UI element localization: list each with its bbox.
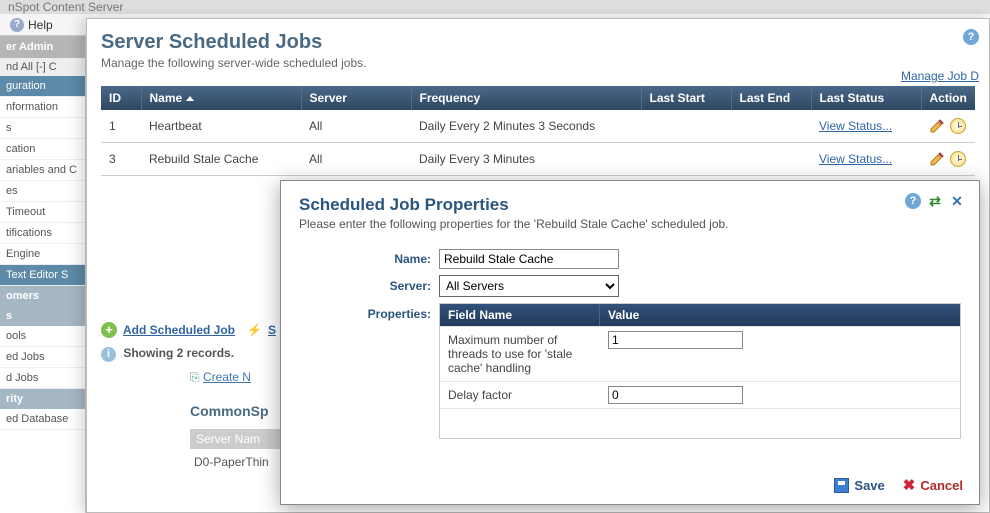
create-link[interactable]: Create N — [203, 370, 251, 384]
properties-label: Properties: — [299, 303, 439, 321]
name-label: Name: — [299, 252, 439, 266]
page-subtitle: Manage the following server-wide schedul… — [101, 56, 975, 70]
nav-item[interactable]: nformation — [0, 97, 85, 118]
nav-item[interactable]: s — [0, 118, 85, 139]
manage-job-link-wrap: Manage Job D — [901, 69, 979, 83]
cell-last-status: View Status... — [811, 110, 921, 143]
info-icon: i — [101, 347, 116, 362]
cell-frequency: Daily Every 3 Minutes — [411, 143, 641, 176]
col-last-end[interactable]: Last End — [731, 86, 811, 110]
col-actions[interactable]: Action — [921, 86, 975, 110]
nav-item[interactable]: ed Jobs — [0, 347, 85, 368]
col-id[interactable]: ID — [101, 86, 141, 110]
cell-id: 3 — [101, 143, 141, 176]
table-row: 3 Rebuild Stale Cache All Daily Every 3 … — [101, 143, 975, 176]
cell-server: All — [301, 110, 411, 143]
lightning-icon: ⚡ — [247, 323, 262, 337]
edit-icon[interactable] — [929, 118, 945, 134]
cell-last-status: View Status... — [811, 143, 921, 176]
page-title: Server Scheduled Jobs — [101, 31, 975, 54]
nav-item[interactable]: es — [0, 181, 85, 202]
sort-asc-icon — [186, 96, 194, 101]
nav-item[interactable]: ed Database — [0, 409, 85, 430]
help-label[interactable]: Help — [28, 18, 53, 32]
server-label: Server: — [299, 279, 439, 293]
nav-item[interactable]: cation — [0, 139, 85, 160]
cell-actions — [921, 110, 975, 143]
nav-section: omers — [0, 286, 85, 306]
cell-last-end — [731, 110, 811, 143]
cell-last-end — [731, 143, 811, 176]
property-row: Delay factor — [440, 381, 960, 408]
view-status-link[interactable]: View Status... — [819, 152, 892, 166]
properties-table: Field Name Value Maximum number of threa… — [439, 303, 961, 439]
schedule-icon[interactable] — [950, 151, 966, 167]
prop-col-field: Field Name — [440, 304, 600, 326]
save-icon — [834, 478, 849, 493]
nav-item[interactable]: Timeout — [0, 202, 85, 223]
view-status-link[interactable]: View Status... — [819, 119, 892, 133]
prop-col-value: Value — [600, 304, 960, 326]
cell-server: All — [301, 143, 411, 176]
nav-item[interactable]: Text Editor S — [0, 265, 85, 286]
cell-id: 1 — [101, 110, 141, 143]
nav-section: s — [0, 306, 85, 326]
manage-job-link[interactable]: Manage Job D — [901, 69, 979, 83]
nav-item[interactable]: ariables and C — [0, 160, 85, 181]
left-nav: er Admin nd All [-] C guration nformatio… — [0, 36, 86, 513]
dialog-refresh-icon[interactable]: ⇄ — [927, 193, 943, 209]
property-value-input[interactable] — [608, 386, 743, 404]
nav-item[interactable]: tifications — [0, 223, 85, 244]
dialog-help-icon[interactable]: ? — [905, 193, 921, 209]
property-field: Maximum number of threads to use for 'st… — [440, 327, 600, 381]
property-value-input[interactable] — [608, 331, 743, 349]
property-field: Delay factor — [440, 382, 600, 408]
cell-name: Rebuild Stale Cache — [141, 143, 301, 176]
col-frequency[interactable]: Frequency — [411, 86, 641, 110]
dialog-close-icon[interactable]: ✕ — [949, 193, 965, 209]
jobs-table: ID Name Server Frequency Last Start Last… — [101, 86, 975, 176]
add-scheduled-job-link[interactable]: Add Scheduled Job — [123, 323, 235, 337]
help-icon[interactable]: ? — [10, 18, 24, 32]
cell-last-start — [641, 110, 731, 143]
name-input[interactable] — [439, 249, 619, 269]
server-select[interactable]: All Servers — [439, 275, 619, 297]
save-button[interactable]: Save — [834, 478, 884, 493]
edit-icon[interactable] — [929, 151, 945, 167]
cell-name: Heartbeat — [141, 110, 301, 143]
panel-help-icon[interactable]: ? — [963, 29, 979, 45]
truncated-link[interactable]: S — [268, 323, 276, 337]
left-nav-filter: nd All [-] C — [0, 58, 85, 76]
col-last-status[interactable]: Last Status — [811, 86, 921, 110]
cell-last-start — [641, 143, 731, 176]
schedule-icon[interactable] — [950, 118, 966, 134]
left-nav-header: er Admin — [0, 36, 85, 58]
nav-item[interactable]: Engine — [0, 244, 85, 265]
record-count: Showing 2 records. — [123, 346, 234, 360]
property-row: Maximum number of threads to use for 'st… — [440, 326, 960, 381]
scheduled-job-properties-dialog: ? ⇄ ✕ Scheduled Job Properties Please en… — [280, 180, 980, 505]
app-brand: nSpot Content Server — [0, 0, 990, 14]
nav-item[interactable]: d Jobs — [0, 368, 85, 389]
table-row: 1 Heartbeat All Daily Every 2 Minutes 3 … — [101, 110, 975, 143]
col-server[interactable]: Server — [301, 86, 411, 110]
col-name[interactable]: Name — [141, 86, 301, 110]
nav-item[interactable]: guration — [0, 76, 85, 97]
nav-section: rity — [0, 389, 85, 409]
cancel-icon: ✖ — [903, 476, 916, 494]
col-last-start[interactable]: Last Start — [641, 86, 731, 110]
cancel-button[interactable]: ✖ Cancel — [903, 476, 963, 494]
dialog-subtitle: Please enter the following properties fo… — [299, 217, 961, 231]
dialog-title: Scheduled Job Properties — [299, 195, 961, 215]
plus-icon[interactable]: + — [101, 322, 117, 338]
cell-frequency: Daily Every 2 Minutes 3 Seconds — [411, 110, 641, 143]
cell-actions — [921, 143, 975, 176]
nav-item[interactable]: ools — [0, 326, 85, 347]
